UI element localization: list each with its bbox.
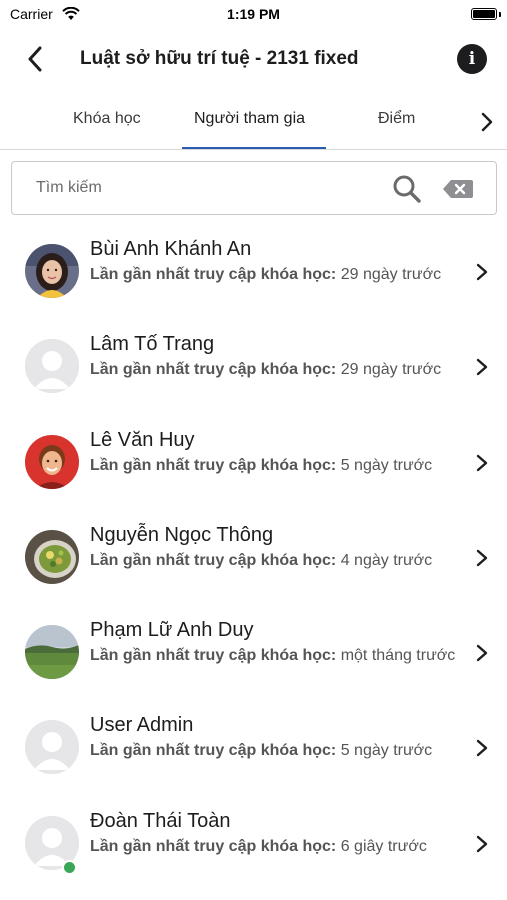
chevron-right-icon xyxy=(476,644,488,662)
last-access-value: 6 giây trước xyxy=(340,837,427,855)
last-access-value: một tháng trước xyxy=(340,647,456,665)
participant-name: User Admin xyxy=(90,714,194,737)
page-title: Luật sở hữu trí tuệ - 2131 fixed xyxy=(80,48,359,69)
last-access: Lần gần nhất truy cập khóa học: 29 ngày … xyxy=(90,359,460,381)
last-access: Lần gần nhất truy cập khóa học: 5 ngày t… xyxy=(90,455,460,477)
avatar xyxy=(25,625,79,680)
tabs-next-button[interactable] xyxy=(477,110,497,134)
avatar xyxy=(25,434,79,489)
user-photo-icon xyxy=(25,244,79,298)
user-photo-icon xyxy=(25,625,79,680)
last-access-label: Lần gần nhất truy cập khóa học: xyxy=(90,361,337,379)
search-box xyxy=(11,161,497,215)
chevron-left-icon xyxy=(28,46,42,72)
last-access: Lần gần nhất truy cập khóa học: 5 ngày t… xyxy=(90,740,460,762)
tab-courses[interactable]: Khóa học xyxy=(73,110,141,128)
last-access-label: Lần gần nhất truy cập khóa học: xyxy=(90,647,337,665)
tab-participants[interactable]: Người tham gia xyxy=(194,110,305,128)
status-time: 1:19 PM xyxy=(227,6,280,22)
participant-row[interactable]: Lê Văn Huy Lần gần nhất truy cập khóa họ… xyxy=(0,415,507,510)
chevron-right-icon xyxy=(476,740,488,757)
last-access: Lần gần nhất truy cập khóa học: 6 giây t… xyxy=(90,836,460,858)
participant-name: Lê Văn Huy xyxy=(90,428,195,451)
active-tab-indicator xyxy=(182,147,326,149)
last-access-value: 5 ngày trước xyxy=(340,456,433,474)
participant-row[interactable]: Phạm Lữ Anh Duy Lần gần nhất truy cập kh… xyxy=(0,605,507,700)
chevron-right-icon xyxy=(476,263,488,281)
chevron-right-icon xyxy=(476,549,488,567)
info-icon: i xyxy=(468,49,476,69)
avatar xyxy=(25,244,79,298)
chevron-right-icon xyxy=(481,112,493,132)
chevron-right-icon xyxy=(476,454,488,471)
status-bar: Carrier 1:19 PM xyxy=(0,0,507,30)
avatar xyxy=(25,339,79,394)
last-access-value: 29 ngày trước xyxy=(340,361,442,379)
search-input[interactable] xyxy=(36,176,376,200)
participant-name: Nguyễn Ngọc Thông xyxy=(90,523,274,546)
last-access-label: Lần gần nhất truy cập khóa học: xyxy=(90,742,337,760)
participant-name: Phạm Lữ Anh Duy xyxy=(90,619,254,642)
last-access-label: Lần gần nhất truy cập khóa học: xyxy=(90,266,337,283)
tab-bar: Khóa học Người tham gia Điểm xyxy=(0,98,507,150)
last-access-label: Lần gần nhất truy cập khóa học: xyxy=(90,456,337,474)
last-access: Lần gần nhất truy cập khóa học: 29 ngày … xyxy=(90,264,460,286)
participant-row[interactable]: Đoàn Thái Toàn Lần gần nhất truy cập khó… xyxy=(0,796,507,891)
last-access: Lần gần nhất truy cập khóa học: 4 ngày t… xyxy=(90,550,460,572)
online-status-icon xyxy=(62,859,77,875)
participant-row[interactable]: Nguyễn Ngọc Thông Lần gần nhất truy cập … xyxy=(0,510,507,605)
search-icon[interactable] xyxy=(392,174,422,204)
participant-name: Lâm Tố Trang xyxy=(90,333,215,356)
info-button[interactable]: i xyxy=(457,44,487,74)
last-access: Lần gần nhất truy cập khóa học: một thán… xyxy=(90,645,460,667)
participant-row[interactable]: Bùi Anh Khánh An Lần gần nhất truy cập k… xyxy=(0,224,507,319)
participant-row[interactable]: User Admin Lần gần nhất truy cập khóa họ… xyxy=(0,700,507,795)
avatar xyxy=(25,529,79,584)
last-access-value: 29 ngày trước xyxy=(340,266,442,283)
participant-row[interactable]: Lâm Tố Trang Lần gần nhất truy cập khóa … xyxy=(0,319,507,414)
participant-list: Bùi Anh Khánh An Lần gần nhất truy cập k… xyxy=(0,224,507,891)
avatar xyxy=(25,720,79,775)
participant-name: Bùi Anh Khánh An xyxy=(90,238,252,260)
last-access-label: Lần gần nhất truy cập khóa học: xyxy=(90,551,337,569)
participant-name: Đoàn Thái Toàn xyxy=(90,809,231,832)
chevron-right-icon xyxy=(476,835,488,852)
tab-grades[interactable]: Điểm xyxy=(378,110,415,128)
back-button[interactable] xyxy=(20,42,50,76)
last-access-value: 4 ngày trước xyxy=(340,551,433,569)
battery-icon xyxy=(471,8,497,20)
last-access-value: 5 ngày trước xyxy=(340,742,433,760)
chevron-right-icon xyxy=(476,359,488,376)
default-user-icon xyxy=(25,339,79,394)
nav-bar: Luật sở hữu trí tuệ - 2131 fixed i xyxy=(0,30,507,88)
user-photo-icon xyxy=(25,529,79,584)
clear-icon[interactable] xyxy=(442,179,474,199)
last-access-label: Lần gần nhất truy cập khóa học: xyxy=(90,837,337,855)
user-photo-icon xyxy=(25,434,79,489)
battery-tip xyxy=(499,12,501,17)
default-user-icon xyxy=(25,720,79,775)
